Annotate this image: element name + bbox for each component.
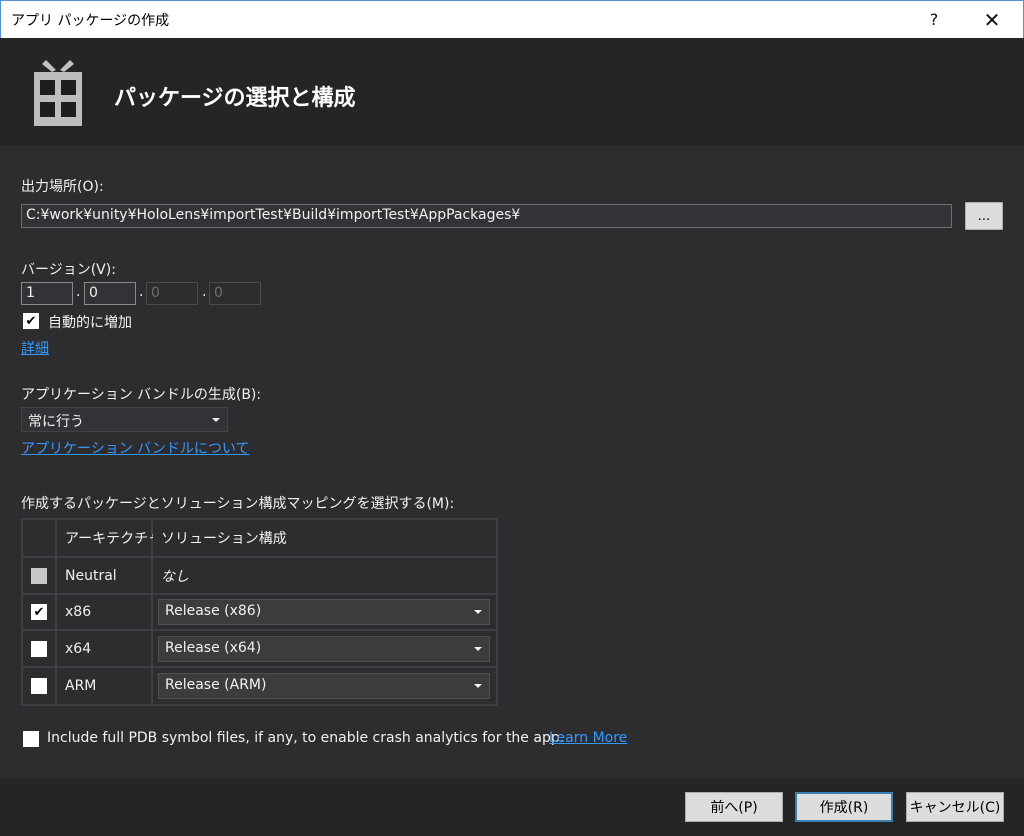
version-revision-input[interactable]: 0: [209, 282, 261, 305]
checkmark-icon: ✔: [33, 604, 45, 620]
row-x86-arch: x86: [57, 595, 151, 629]
learn-more-link[interactable]: Learn More: [549, 730, 627, 746]
window-title: アプリ パッケージの作成: [11, 13, 170, 29]
pdb-checkbox[interactable]: [23, 731, 39, 747]
row-x86-config-select[interactable]: Release (x86): [158, 599, 490, 625]
row-neutral-config: なし: [153, 558, 496, 593]
cancel-button[interactable]: キャンセル(C): [906, 792, 1004, 822]
page-title: パッケージの選択と構成: [114, 86, 356, 111]
row-arm-config-value: Release (ARM): [165, 677, 267, 693]
version-separator: .: [139, 284, 144, 300]
output-path-input[interactable]: C:¥work¥unity¥HoloLens¥importTest¥Build¥…: [21, 204, 952, 228]
row-neutral-checkbox: [31, 567, 47, 584]
version-label: バージョン(V):: [21, 262, 116, 278]
version-build-input[interactable]: 0: [146, 282, 198, 305]
checkmark-icon: ✔: [25, 313, 37, 329]
row-x64-config-select[interactable]: Release (x64): [158, 635, 490, 662]
close-button[interactable]: ✕: [969, 1, 1015, 38]
chevron-down-icon: [474, 646, 482, 651]
title-bar: アプリ パッケージの作成 ? ✕: [0, 0, 1024, 38]
table-row-checkbox-cell: [23, 631, 55, 666]
row-arm-arch: ARM: [57, 668, 151, 704]
browse-button[interactable]: ...: [965, 202, 1003, 230]
row-x86-checkbox[interactable]: ✔: [31, 604, 47, 620]
column-header-solution-config: ソリューション構成: [153, 520, 496, 556]
row-arm-config-cell: Release (ARM): [153, 668, 496, 704]
table-row-checkbox-cell: [23, 668, 55, 704]
chevron-down-icon: [474, 684, 482, 688]
version-separator: .: [76, 284, 81, 300]
table-row-checkbox-cell: ✔: [23, 595, 55, 629]
help-icon: ?: [929, 10, 939, 29]
version-major-input[interactable]: 1: [21, 282, 73, 305]
bundle-label: アプリケーション バンドルの生成(B):: [21, 387, 262, 403]
table-row-checkbox-cell: [23, 558, 55, 593]
mapping-grid: アーキテクチャ ソリューション構成 Neutral なし ✔ x86 Relea…: [21, 518, 498, 706]
chevron-down-icon: [474, 610, 482, 614]
header-checkbox-cell: [23, 520, 55, 556]
close-icon: ✕: [983, 7, 1001, 32]
about-bundle-link[interactable]: アプリケーション バンドルについて: [21, 438, 249, 458]
row-arm-checkbox[interactable]: [31, 678, 47, 694]
column-header-architecture: アーキテクチャ: [57, 520, 162, 556]
output-location-label: 出力場所(O):: [21, 179, 104, 195]
chevron-down-icon: [212, 418, 220, 422]
details-link[interactable]: 詳細: [21, 338, 49, 358]
bundle-select[interactable]: 常に行う: [21, 407, 228, 432]
row-x86-config-value: Release (x86): [165, 603, 262, 619]
create-button[interactable]: 作成(R): [795, 792, 893, 822]
row-x64-config-value: Release (x64): [165, 639, 262, 656]
package-gift-icon: [34, 60, 82, 126]
version-separator: .: [202, 284, 207, 300]
mapping-label: 作成するパッケージとソリューション構成マッピングを選択する(M):: [21, 496, 455, 512]
version-minor-input[interactable]: 0: [84, 282, 136, 305]
row-arm-config-select[interactable]: Release (ARM): [158, 673, 490, 699]
back-button[interactable]: 前へ(P): [685, 792, 783, 822]
row-neutral-arch: Neutral: [57, 558, 151, 593]
row-x86-config-cell: Release (x86): [153, 595, 496, 629]
dialog-header: パッケージの選択と構成: [0, 38, 1024, 146]
row-x64-arch: x64: [57, 631, 151, 666]
bundle-selected-value: 常に行う: [28, 414, 84, 430]
auto-increment-checkbox[interactable]: ✔: [23, 313, 39, 329]
pdb-label: Include full PDB symbol files, if any, t…: [47, 730, 565, 746]
row-x64-config-cell: Release (x64): [153, 631, 496, 666]
row-x64-checkbox[interactable]: [31, 640, 47, 657]
help-button[interactable]: ?: [911, 1, 957, 38]
auto-increment-label: 自動的に増加: [48, 315, 132, 331]
